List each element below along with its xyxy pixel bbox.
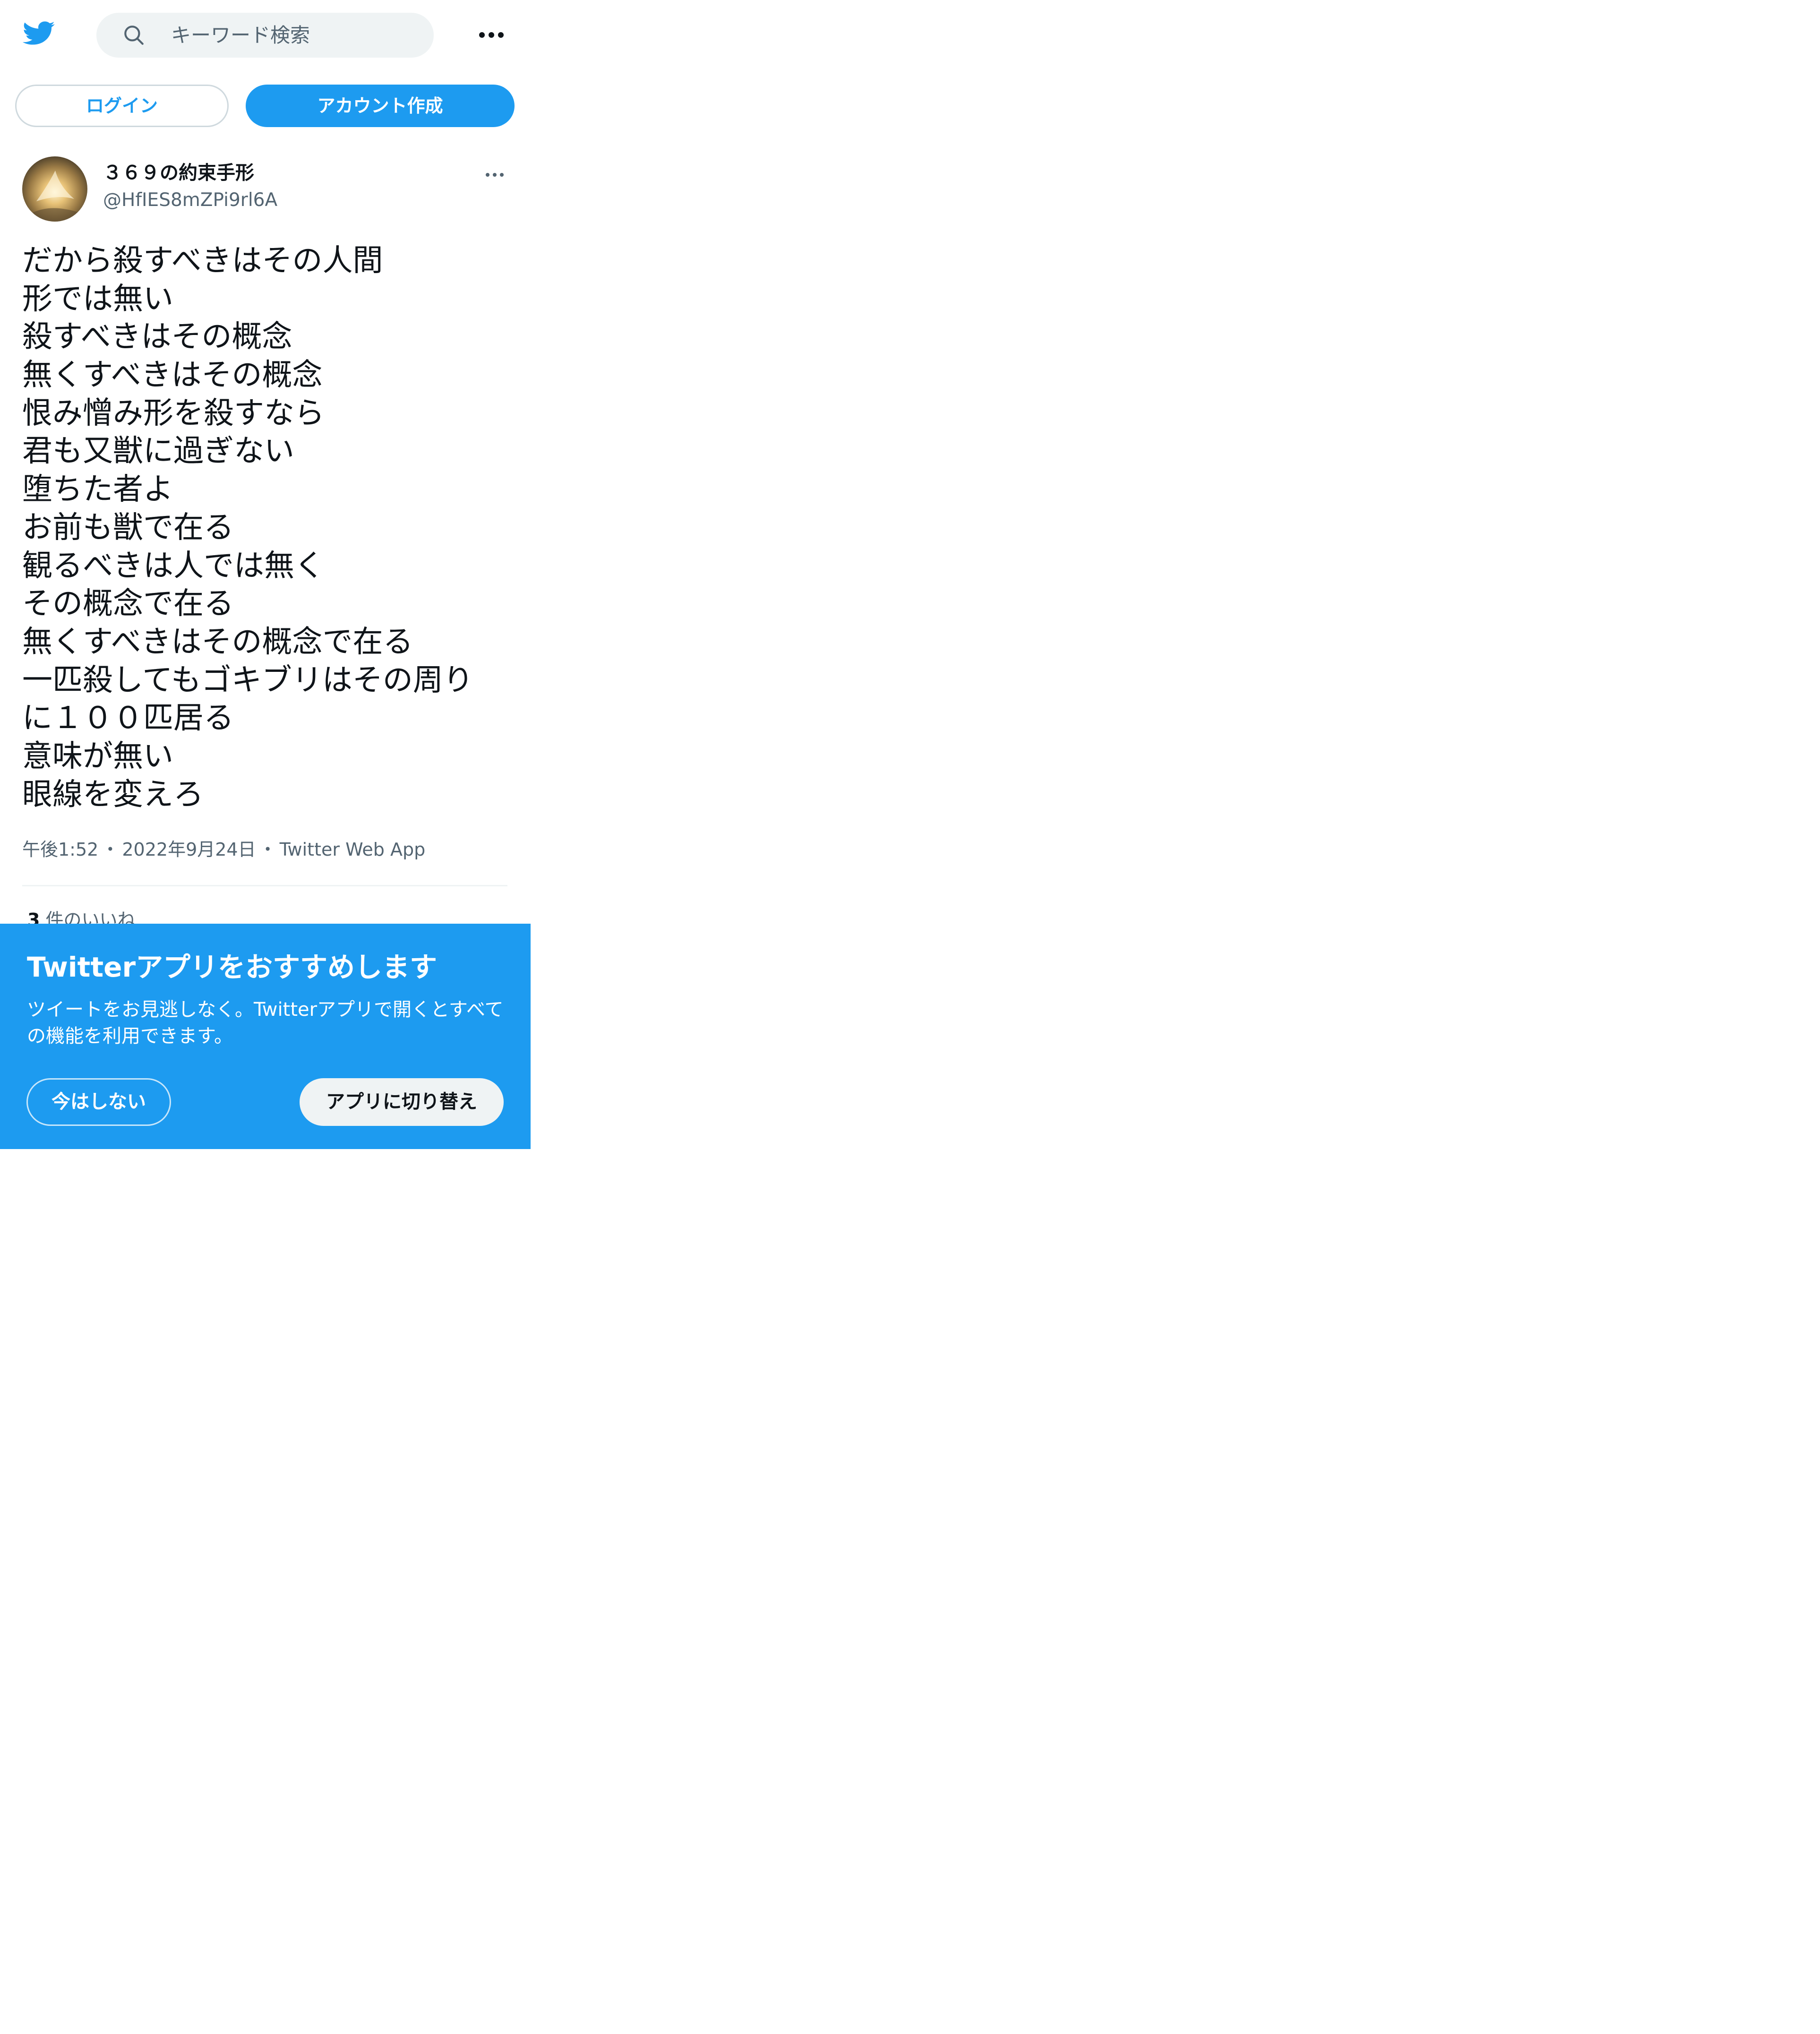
tweet-date[interactable]: 2022年9月24日 [122, 839, 256, 860]
tweet-line: 殺すべきはその概念 [22, 319, 292, 355]
tweet-line: だから殺すべきはその人間 [22, 243, 383, 278]
tweet-line: 一匹殺してもゴキブリはその周り [22, 662, 473, 698]
search-placeholder[interactable]: キーワード検索 [171, 13, 310, 58]
tweet-line: 意味が無い [22, 738, 173, 774]
tweet-line: 堕ちた者よ [22, 472, 173, 507]
tweet-line: 恨み憎み形を殺すなら [22, 395, 325, 431]
more-horizontal-icon[interactable] [476, 26, 507, 44]
search-bar[interactable]: キーワード検索 [96, 13, 434, 58]
tweet-line: 観るべきは人では無く [22, 548, 325, 584]
meta-separator: ・ [258, 839, 277, 860]
tweet-metadata: 午後1:52 ・ 2022年9月24日・ Twitter Web App [22, 836, 425, 863]
tweet-more-icon[interactable] [484, 169, 505, 181]
create-account-button[interactable]: アカウント作成 [246, 85, 515, 127]
banner-title: Twitterアプリをおすすめします [27, 951, 438, 983]
tweet-line: その概念で在る [22, 586, 234, 622]
meta-separator: ・ [101, 839, 120, 860]
twitter-bird-icon[interactable] [21, 18, 55, 48]
app-promo-banner: Twitterアプリをおすすめします ツイートをお見逃しなく。Twitterアプ… [0, 924, 531, 1149]
tweet-page-column: キーワード検索 ログイン アカウント作成 ３６９の約束手形 @HfIES8mZP… [0, 0, 531, 1149]
search-icon [122, 23, 146, 47]
tweet-line: 君も又獣に過ぎない [22, 434, 294, 469]
tweet-text: だから殺すべきはその人間 形では無い 殺すべきはその概念 無くすべきはその概念 … [22, 242, 523, 814]
tweet-line: お前も獣で在る [22, 510, 234, 545]
tweet-line: 無くすべきはその概念 [22, 358, 323, 393]
switch-to-app-button[interactable]: アプリに切り替え [300, 1078, 504, 1126]
divider [22, 885, 507, 886]
banner-description: ツイートをお見逃しなく。Twitterアプリで開くとすべての機能を利用できます。 [27, 999, 504, 1047]
tweet-line: 眼線を変えろ [22, 777, 204, 812]
page: キーワード検索 ログイン アカウント作成 ３６９の約束手形 @HfIES8mZP… [0, 0, 1820, 2034]
tweet-line: 形では無い [22, 281, 173, 317]
tweet-source[interactable]: Twitter Web App [280, 839, 426, 860]
tweet-line: に１００匹居る [22, 701, 234, 736]
tweet-time[interactable]: 午後1:52 [22, 839, 98, 860]
not-now-button[interactable]: 今はしない [26, 1078, 171, 1126]
avatar[interactable] [22, 156, 87, 222]
author-display-name[interactable]: ３６９の約束手形 [103, 161, 254, 185]
tweet-line: 無くすべきはその概念で在る [22, 624, 413, 660]
author-handle[interactable]: @HfIES8mZPi9rl6A [103, 188, 277, 213]
login-button[interactable]: ログイン [15, 85, 229, 127]
